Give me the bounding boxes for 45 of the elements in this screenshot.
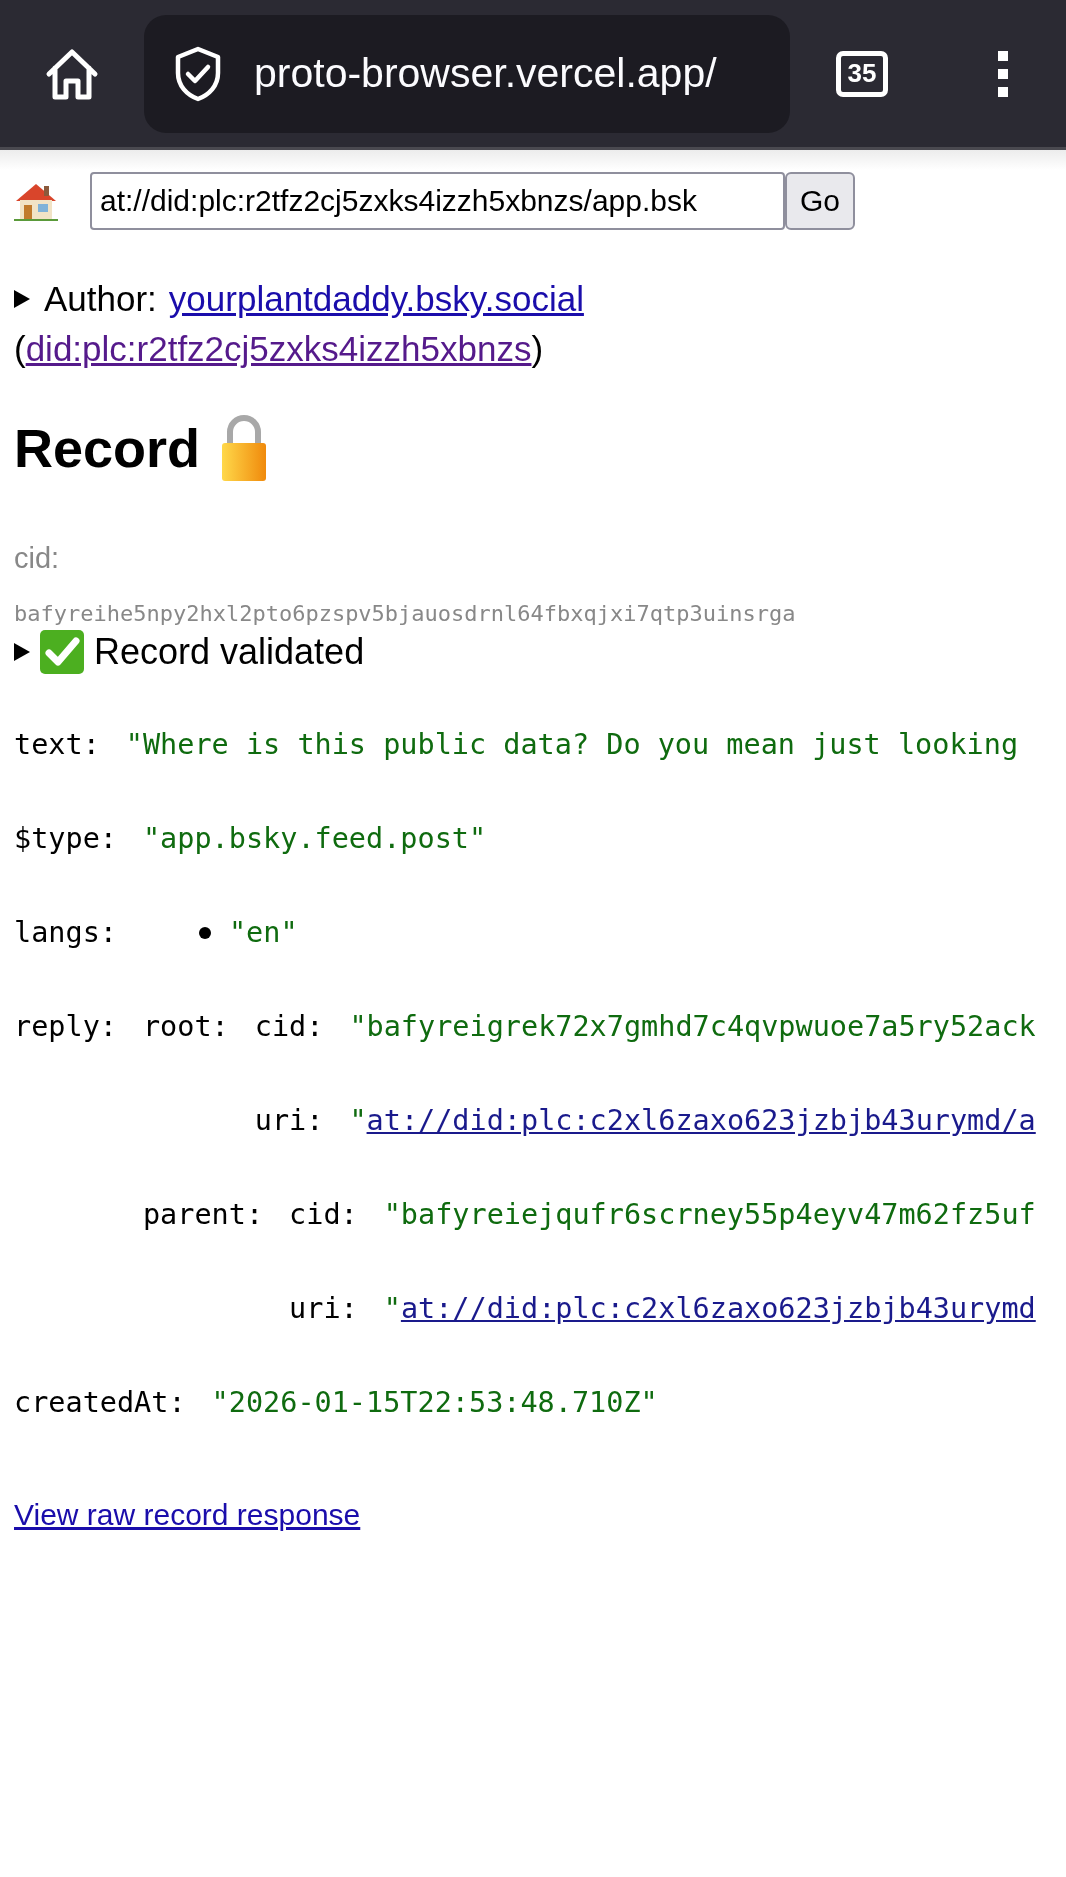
paren: ) (531, 329, 544, 368)
quote-mark: " (349, 1104, 367, 1138)
field-value: "bafyreiejqufr6scrney55p4eyv47m62fz5uf (383, 1198, 1036, 1232)
paren: ( (14, 329, 26, 368)
go-button[interactable]: Go (785, 172, 855, 230)
quote-mark: " (383, 1292, 401, 1326)
cid-label: cid: (14, 542, 61, 575)
author-handle-link[interactable]: yourplantdaddy.bsky.social (168, 274, 584, 324)
field-key: uri: (289, 1292, 358, 1326)
validation-status: Record validated (94, 631, 365, 673)
field-key: reply: (14, 1010, 117, 1044)
field-value: "2026-01-15T22:53:48.710Z" (211, 1386, 658, 1420)
author-label: Author: (44, 278, 157, 320)
field-value: "app.bsky.feed.post" (142, 822, 487, 856)
cid-value: bafyreihe5npy2hxl2pto6pzspv5bjauosdrnl64fbxqjxi7qtp3uinsrga (14, 601, 797, 626)
field-key: text: (14, 728, 100, 762)
uri-link[interactable]: at://did:plc:c2xl6zaxo623jzbjb43urymd/a (366, 1104, 1036, 1138)
field-value: "bafyreigrek72x7gmhd7c4qvpwuoe7a5ry52ack (349, 1010, 1036, 1044)
field-key: cid: (254, 1010, 324, 1044)
url-text: proto-browser.vercel.app/ (254, 50, 717, 97)
field-key: createdAt: (14, 1386, 186, 1420)
menu-icon[interactable] (996, 48, 1010, 99)
tab-count-button[interactable]: 35 (836, 50, 888, 97)
uri-link[interactable]: at://did:plc:c2xl6zaxo623jzbjb43urymd (400, 1292, 1036, 1326)
field-value: "Where is this public data? Do you mean just looking (125, 728, 1019, 762)
house-icon[interactable] (14, 181, 58, 221)
address-input[interactable]: at://did:plc:r2tfz2cj5zxks4izzh5xbnzs/app.bsk (90, 172, 785, 230)
url-bar[interactable]: proto-browser.vercel.app/ (144, 14, 790, 133)
raw-record-link[interactable]: View raw record response (14, 1498, 361, 1532)
check-icon (40, 630, 84, 674)
field-key: langs: (14, 916, 117, 950)
field-key: uri: (254, 1104, 324, 1138)
padlock-icon (220, 414, 269, 482)
bullet-icon (198, 927, 211, 939)
home-icon[interactable] (44, 46, 100, 101)
author-did-link[interactable]: did:plc:r2tfz2cj5zxks4izzh5xbnzs (25, 329, 532, 368)
shield-icon (174, 45, 222, 102)
field-key: parent: (142, 1198, 264, 1232)
field-key: $type: (14, 822, 117, 856)
list-value: "en" (228, 916, 298, 950)
field-key: root: (142, 1010, 229, 1044)
disclosure-triangle-icon[interactable] (14, 290, 30, 308)
record-heading: Record (14, 417, 201, 480)
field-key: cid: (289, 1198, 358, 1232)
disclosure-triangle-icon[interactable] (14, 643, 30, 661)
